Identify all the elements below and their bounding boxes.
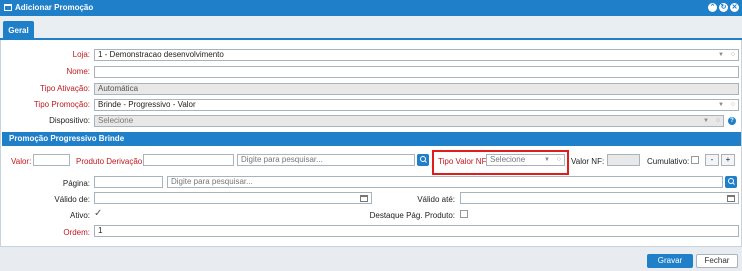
tipo-promocao-value: Brinde - Progressivo - Valor: [98, 100, 196, 109]
loja-select[interactable]: 1 - Demonstracao desenvolvimento ▼ ○: [94, 49, 739, 61]
dispositivo-select[interactable]: Selecione ▼ ○: [94, 115, 724, 127]
produto-derivacao-label: Produto Derivação:: [76, 157, 145, 166]
ordem-input[interactable]: 1: [94, 225, 739, 237]
pagina-input[interactable]: [94, 176, 163, 188]
pagina-search-input[interactable]: Digite para pesquisar...: [167, 176, 723, 188]
valido-de-label: Válido de:: [54, 195, 90, 204]
footer-bar: Gravar Fechar: [0, 246, 742, 271]
calendar-icon[interactable]: [360, 195, 368, 202]
ativo-label: Ativo:: [69, 211, 90, 220]
tab-geral[interactable]: Geral: [3, 21, 34, 40]
nome-label: Nome:: [66, 67, 90, 76]
valor-nf-input: [607, 154, 640, 166]
window-title: Adicionar Promoção: [15, 3, 94, 12]
tipo-promocao-select[interactable]: Brinde - Progressivo - Valor ▼ ○: [94, 99, 739, 111]
valido-de-input[interactable]: [94, 192, 372, 204]
calendar-icon[interactable]: [727, 195, 735, 202]
chevron-down-icon: ▼: [703, 118, 709, 124]
search-icon[interactable]: [417, 154, 429, 166]
valido-ate-input[interactable]: [460, 192, 739, 204]
produto-derivacao-input[interactable]: [143, 154, 234, 166]
pagina-label: Página:: [62, 179, 90, 188]
clear-icon[interactable]: ○: [731, 100, 735, 110]
ordem-label: Ordem:: [63, 228, 90, 237]
valor-input[interactable]: [33, 154, 70, 166]
minimize-icon[interactable]: ⌃: [708, 3, 717, 12]
produto-search-placeholder: Digite para pesquisar...: [241, 155, 323, 164]
window-icon: [4, 4, 12, 11]
chevron-down-icon: ▼: [718, 52, 724, 58]
add-row-button[interactable]: +: [721, 154, 735, 166]
clear-icon[interactable]: ○: [716, 116, 720, 126]
valido-ate-label: Válido até:: [417, 195, 455, 204]
form-content: Loja: 1 - Demonstracao desenvolvimento ▼…: [0, 40, 742, 246]
loja-label: Loja:: [72, 50, 90, 59]
window-titlebar: Adicionar Promoção ⌃ ↻ ✕: [0, 0, 742, 16]
search-icon[interactable]: [725, 176, 737, 188]
tipo-ativacao-label: Tipo Ativação:: [40, 84, 90, 93]
valor-label: Valor:: [11, 157, 32, 166]
highlight-box: [432, 150, 569, 175]
fechar-button[interactable]: Fechar: [696, 254, 738, 268]
tipo-ativacao-field: Automática: [94, 83, 739, 95]
section-title: Promoção Progressivo Brinde: [2, 132, 741, 146]
tipo-promocao-label: Tipo Promoção:: [33, 100, 90, 109]
help-icon[interactable]: ?: [728, 117, 736, 125]
gravar-button[interactable]: Gravar: [647, 254, 693, 268]
nome-input[interactable]: [94, 66, 739, 78]
clear-icon[interactable]: ○: [731, 50, 735, 60]
produto-search-input[interactable]: Digite para pesquisar...: [237, 154, 415, 166]
tab-strip: Geral: [0, 16, 742, 40]
destaque-label: Destaque Pág. Produto:: [369, 211, 455, 220]
pagina-search-placeholder: Digite para pesquisar...: [171, 177, 253, 186]
close-icon[interactable]: ✕: [730, 3, 739, 12]
ativo-check-icon[interactable]: ✓: [94, 208, 102, 219]
valor-nf-label: Valor NF:: [571, 157, 605, 166]
chevron-down-icon: ▼: [718, 102, 724, 108]
cumulativo-checkbox[interactable]: [691, 156, 699, 164]
cumulativo-label: Cumulativo:: [647, 157, 690, 166]
remove-row-button[interactable]: -: [705, 154, 719, 166]
dispositivo-label: Dispositivo:: [49, 116, 90, 125]
dispositivo-placeholder: Selecione: [98, 116, 134, 125]
refresh-icon[interactable]: ↻: [719, 3, 728, 12]
destaque-checkbox[interactable]: [460, 210, 468, 218]
loja-value: 1 - Demonstracao desenvolvimento: [98, 50, 224, 59]
